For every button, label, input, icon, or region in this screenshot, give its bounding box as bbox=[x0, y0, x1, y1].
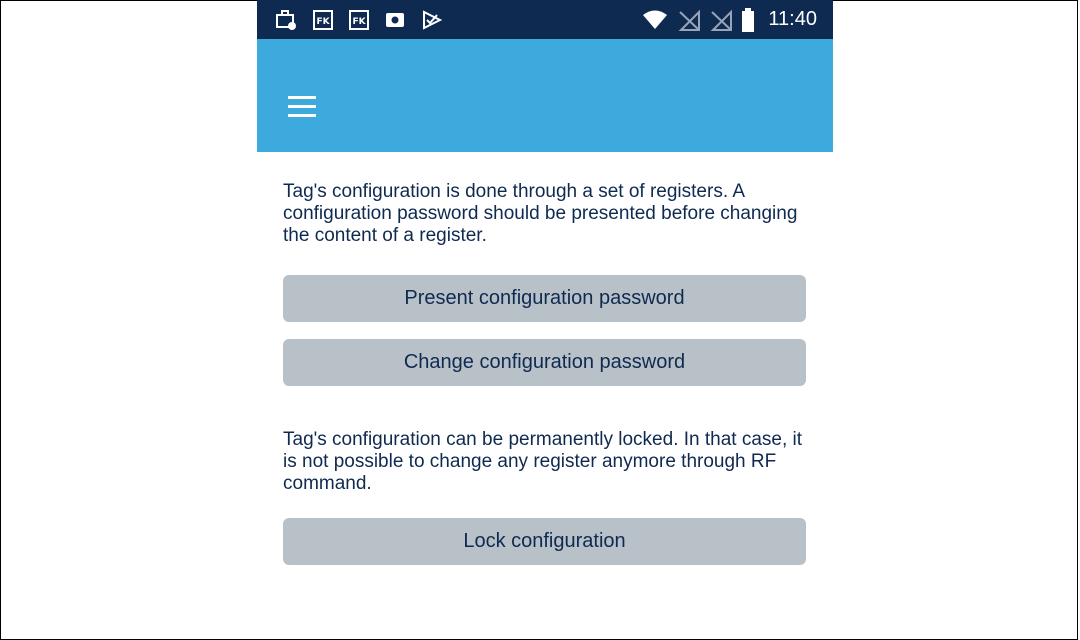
no-sim-icon bbox=[678, 9, 701, 31]
notification-icons: FK FK bbox=[275, 0, 443, 39]
status-clock: 11:40 bbox=[768, 8, 817, 30]
media-icon bbox=[385, 10, 405, 30]
present-password-button[interactable]: Present configuration password bbox=[283, 275, 806, 322]
intro-text: Tag's configuration is done through a se… bbox=[283, 181, 798, 246]
no-sim-icon bbox=[710, 9, 733, 31]
svg-text:FK: FK bbox=[316, 17, 330, 27]
status-bar: FK FK 11:40 bbox=[257, 0, 833, 39]
lock-info-text: Tag's configuration can be permanently l… bbox=[283, 429, 803, 494]
phone-screen: FK FK 11:40 Tag's configuration is done … bbox=[257, 0, 833, 599]
wifi-icon bbox=[642, 9, 668, 31]
fk-app-icon: FK bbox=[349, 9, 369, 30]
app-toolbar bbox=[257, 39, 833, 152]
lock-configuration-button[interactable]: Lock configuration bbox=[283, 518, 806, 565]
fk-app-icon: FK bbox=[313, 9, 333, 30]
briefcase-icon bbox=[275, 9, 297, 31]
system-icons: 11:40 bbox=[642, 0, 817, 39]
check-app-icon bbox=[421, 9, 443, 31]
change-password-button[interactable]: Change configuration password bbox=[283, 339, 806, 386]
battery-icon bbox=[742, 7, 755, 32]
svg-text:FK: FK bbox=[352, 17, 366, 27]
hamburger-menu-icon[interactable] bbox=[285, 93, 319, 121]
